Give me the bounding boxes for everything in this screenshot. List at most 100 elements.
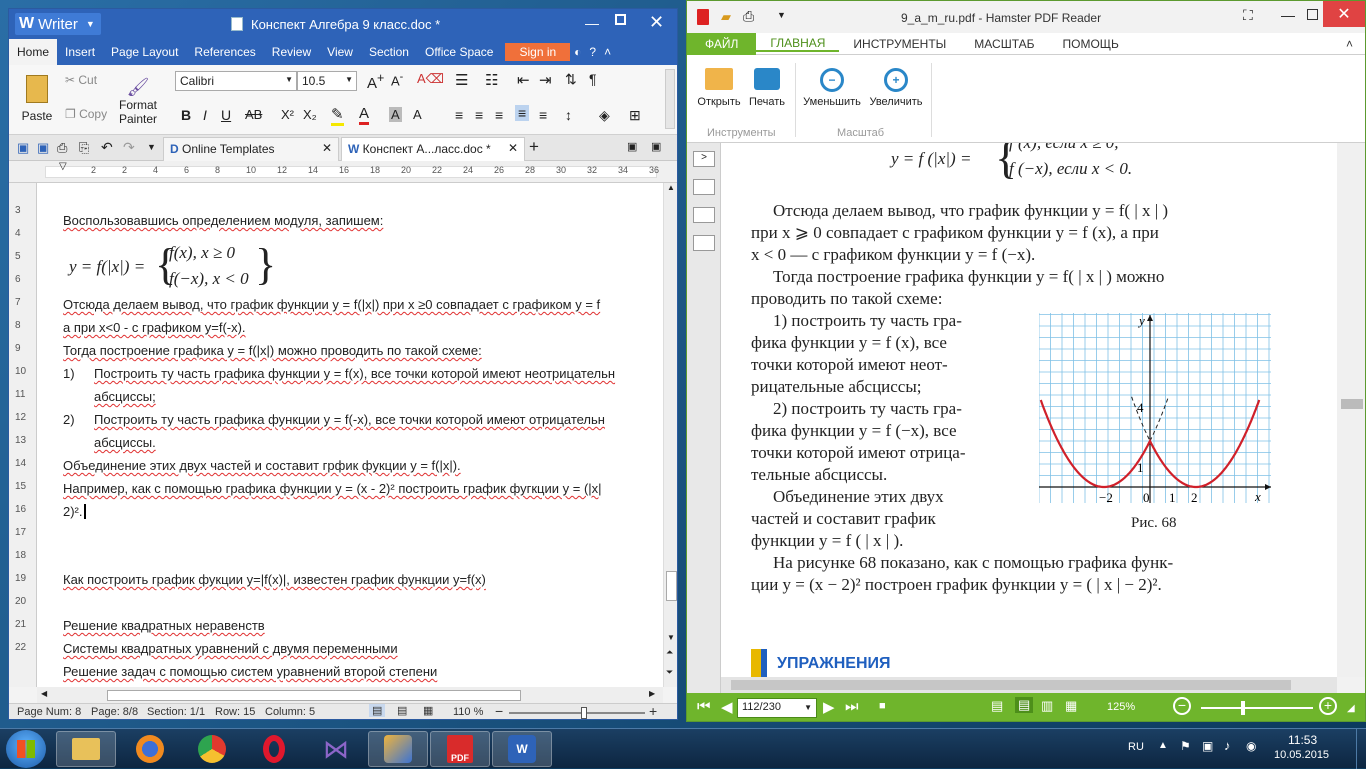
chevron-up-icon[interactable]: ˄ (600, 45, 615, 59)
minimize-icon[interactable]: — (585, 15, 599, 31)
print-icon[interactable]: ⎙ (743, 8, 754, 25)
scroll-left-icon[interactable]: ◀ (41, 689, 47, 698)
scroll-thumb[interactable] (1341, 399, 1363, 409)
taskbar-app[interactable] (368, 731, 428, 767)
document-page[interactable]: Воспользовавшись определением модуля, за… (37, 183, 663, 687)
last-page-icon[interactable]: ⏭ (845, 698, 859, 715)
save-icon[interactable]: ▣ (17, 140, 29, 156)
horizontal-scrollbar[interactable]: ◀ ▶ (37, 687, 663, 703)
cut-button[interactable]: ✂ Cut (65, 73, 97, 87)
superscript-icon[interactable]: X² (281, 107, 294, 122)
font-name-select[interactable]: Calibri ▼ (175, 71, 297, 91)
align-left-icon[interactable]: ≡ (455, 107, 463, 123)
pages-icon[interactable] (693, 207, 715, 223)
menu-references[interactable]: References (186, 45, 263, 59)
tray-app-icon[interactable]: ◉ (1246, 739, 1256, 753)
font-size-select[interactable]: 10.5 ▼ (297, 71, 357, 91)
distributed-icon[interactable]: ≡ (539, 107, 547, 123)
save-all-icon[interactable]: ▣ (37, 140, 49, 156)
taskbar-app[interactable] (120, 731, 180, 767)
tab-list-icon[interactable]: ▣ (627, 140, 637, 153)
resize-grip-icon[interactable]: ◢ (1347, 703, 1355, 714)
taskbar-app[interactable] (182, 731, 242, 767)
scroll-down-icon[interactable]: ▼ (667, 633, 675, 642)
tab-online-templates[interactable]: D Online Templates ✕ (163, 137, 339, 161)
underline-icon[interactable]: U (221, 107, 231, 123)
volume-icon[interactable]: ♪ (1224, 738, 1231, 753)
fullscreen-icon[interactable]: ⛶ (1243, 7, 1253, 24)
language-indicator[interactable]: RU (1128, 741, 1144, 753)
menu-insert[interactable]: Insert (57, 45, 103, 59)
taskbar-app[interactable]: PDF (430, 731, 490, 767)
next-page-icon[interactable]: ⏷ (666, 667, 673, 678)
shading-icon[interactable]: ◈ (599, 107, 610, 124)
vertical-scrollbar[interactable]: ▲ ▼ ⏶ ⏷ (663, 183, 677, 687)
subscript-icon[interactable]: X₂ (303, 107, 317, 122)
close-button[interactable]: ✕ (1323, 1, 1365, 27)
network-icon[interactable]: ▣ (1202, 739, 1213, 753)
zoom-out-icon[interactable]: − (495, 703, 503, 719)
align-center-icon[interactable]: ≡ (475, 107, 483, 123)
page-number-input[interactable]: 112/230 ▼ (737, 698, 817, 718)
writer-app-button[interactable]: W Writer ▼ (15, 13, 101, 35)
menu-home[interactable]: ГЛАВНАЯ (756, 36, 840, 52)
borders-icon[interactable]: ⊞ (629, 107, 641, 124)
menu-section[interactable]: Section (361, 45, 417, 59)
close-icon[interactable]: ✕ (649, 12, 664, 33)
zoom-in-button[interactable]: + Увеличить (865, 61, 927, 115)
clock-date[interactable]: 10.05.2015 (1274, 749, 1329, 761)
pdf-page[interactable]: y = f (|x|) = { f (x), если x ≥ 0, f (−x… (721, 143, 1337, 677)
char-shading-icon[interactable]: A (389, 107, 402, 122)
open-button[interactable]: Открыть (695, 61, 743, 115)
sort-icon[interactable]: ⇅ (565, 71, 577, 88)
prev-page-icon[interactable]: ◀ (721, 698, 733, 716)
bullets-icon[interactable]: ☰ (455, 71, 468, 89)
page-view-icon[interactable]: ▤ (369, 704, 386, 717)
close-icon[interactable]: ✕ (322, 141, 332, 155)
menu-home[interactable]: Home (9, 39, 58, 65)
clock-time[interactable]: 11:53 (1288, 733, 1317, 747)
horizontal-ruler[interactable]: 22468101214161820222426283032343638 ▽ (9, 161, 677, 183)
two-continuous-icon[interactable]: ▦ (1065, 698, 1077, 714)
menu-file[interactable]: ФАЙЛ (687, 32, 757, 55)
tab-document[interactable]: W Конспект А...ласс.doc * ✕ (341, 137, 525, 161)
chevron-up-icon[interactable]: ˄ (1332, 37, 1365, 51)
taskbar-app[interactable]: W (492, 731, 552, 767)
bold-icon[interactable]: B (181, 107, 191, 123)
paste-button[interactable]: Paste (17, 69, 57, 129)
new-tab-icon[interactable]: + (529, 137, 539, 157)
flag-icon[interactable]: ⚑ (1180, 739, 1191, 753)
zoom-slider[interactable] (509, 712, 645, 714)
zoom-slider[interactable] (1201, 707, 1313, 709)
print-icon[interactable]: ⎙ (57, 140, 67, 156)
grow-font-icon[interactable]: A+ (367, 71, 384, 92)
zoom-slider-thumb[interactable] (580, 707, 587, 719)
first-page-icon[interactable]: ⏮ (697, 698, 711, 715)
zoom-slider-thumb[interactable] (1241, 701, 1245, 715)
zoom-in-icon[interactable]: + (649, 703, 657, 719)
menu-view[interactable]: View (319, 45, 361, 59)
menu-office-space[interactable]: Office Space (417, 45, 501, 59)
qat-dropdown-icon[interactable]: ▼ (777, 10, 786, 20)
zoom-in-icon[interactable]: + (1319, 697, 1337, 715)
char-border-icon[interactable]: A (413, 107, 422, 122)
redo-icon[interactable]: ↷ (123, 139, 135, 156)
prev-page-icon[interactable]: ⏶ (666, 647, 673, 658)
maximize-icon[interactable] (1307, 9, 1318, 20)
taskbar-app[interactable] (244, 731, 304, 767)
tab-close-icon[interactable]: ▣ (651, 140, 661, 153)
qat-dropdown-icon[interactable]: ▼ (147, 142, 156, 152)
copy-button[interactable]: ❐ Copy (65, 107, 107, 121)
search-panel-icon[interactable] (693, 235, 715, 251)
menu-help[interactable]: ПОМОЩЬ (1049, 37, 1133, 51)
scroll-right-icon[interactable]: ▶ (649, 689, 655, 698)
indent-decrease-icon[interactable]: ⇤ (517, 71, 530, 89)
undo-icon[interactable]: ↶ (101, 139, 113, 156)
web-view-icon[interactable]: ▦ (423, 704, 433, 717)
italic-icon[interactable]: I (203, 107, 207, 123)
scroll-up-icon[interactable]: ▲ (667, 183, 675, 192)
taskbar-app[interactable]: ⋈ (306, 731, 366, 767)
two-pages-icon[interactable]: ▥ (1041, 698, 1053, 714)
bookmarks-icon[interactable] (693, 179, 715, 195)
outline-view-icon[interactable]: ▤ (397, 704, 407, 717)
